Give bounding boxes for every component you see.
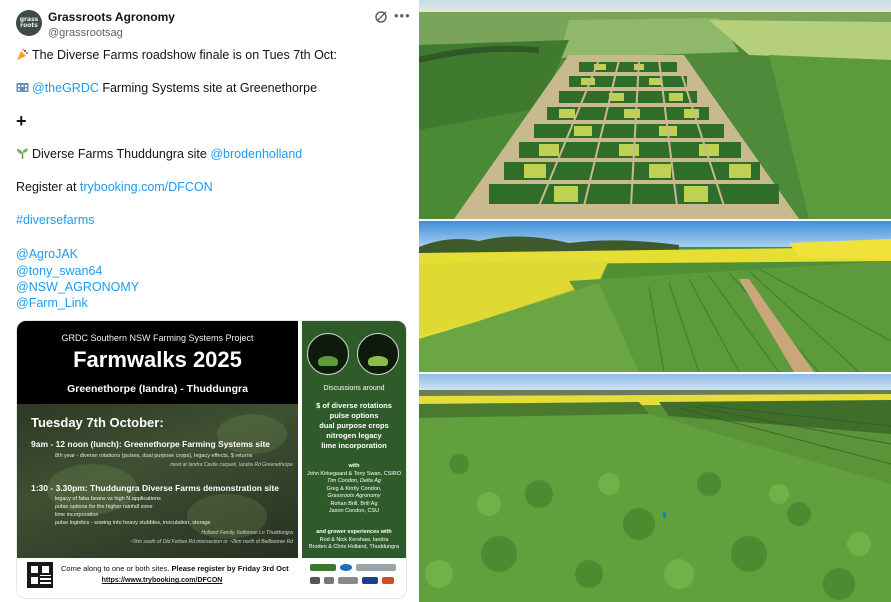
mention-link[interactable]: @tony_swan64 bbox=[16, 264, 102, 278]
tweet-text-line3: Diverse Farms Thuddungra site bbox=[32, 147, 211, 161]
tweet-text-line1: The Diverse Farms roadshow finale is on … bbox=[32, 48, 337, 62]
mention-link[interactable]: @NSW_AGRONOMY bbox=[16, 280, 139, 294]
event-flyer-image[interactable]: GRDC Southern NSW Farming Systems Projec… bbox=[16, 320, 407, 599]
office-building-icon bbox=[16, 83, 29, 92]
party-popper-icon bbox=[17, 48, 28, 60]
more-options-icon[interactable]: ••• bbox=[394, 8, 411, 23]
flyer-speaker: Greg & Kirrily Condon, bbox=[326, 485, 382, 492]
flyer-session2-meeting-point: Holland Family, Kelloman Ln Thuddungra bbox=[201, 530, 293, 536]
tweet-line-grdc: @theGRDC Farming Systems site at Greenet… bbox=[16, 81, 317, 95]
avatar-text: grass roots bbox=[19, 16, 39, 29]
flyer-topic: lime incorporation bbox=[321, 441, 387, 450]
qr-code-icon bbox=[27, 562, 53, 588]
flyer-session2-title: 1:30 - 3.30pm: Thuddungra Diverse Farms … bbox=[31, 483, 279, 493]
flyer-growers: and grower experiences with Rod & Nick K… bbox=[302, 529, 406, 552]
flyer-speaker: Tim Condon, Delta Ag bbox=[327, 478, 381, 484]
flyer-come-text: Come along to one or both sites. bbox=[61, 564, 172, 573]
flyer-topic: nitrogen legacy bbox=[326, 431, 382, 440]
flyer-speaker: Grassroots Agronomy bbox=[327, 493, 381, 499]
flyer-topic: pulse options bbox=[329, 411, 379, 420]
seedling-icon bbox=[17, 148, 28, 159]
flyer-session1-meeting-point: meet at Iandra Castle carpark, Iandra Rd… bbox=[170, 462, 293, 468]
flyer-register-note: Come along to one or both sites. Please … bbox=[61, 564, 289, 573]
pulse-crop-field-photo[interactable] bbox=[419, 374, 891, 602]
flyer-session1-detail: 8th year - diverse rotations (pulses, du… bbox=[55, 453, 253, 459]
flyer-speakers: with John Kirkegaard & Tony Swan, CSIRO … bbox=[302, 463, 406, 516]
flyer-url: https://www.trybooking.com/DFCON bbox=[101, 577, 223, 584]
aerial-trial-plots-photo[interactable] bbox=[419, 0, 891, 219]
tweet-line-thuddungra: Diverse Farms Thuddungra site @brodenhol… bbox=[16, 147, 302, 161]
flyer-session2-directions: ~7km south of Old Forbes Rd intersection… bbox=[129, 539, 293, 545]
flyer-grower-line: Broden & Chris Holland, Thuddungra bbox=[308, 544, 400, 550]
brodenholland-mention-link[interactable]: @brodenholland bbox=[210, 147, 302, 161]
flyer-speaker: John Kirkegaard & Tony Swan, CSIRO bbox=[306, 470, 402, 477]
register-text: Register at bbox=[16, 180, 80, 194]
flyer-discussions-label: Discussions around bbox=[323, 385, 385, 392]
flyer-session2-item: lime incorporation bbox=[55, 512, 99, 518]
author-handle[interactable]: @grassrootsag bbox=[48, 27, 175, 39]
grdc-mention-link[interactable]: @theGRDC bbox=[32, 81, 99, 95]
flyer-session2-item: pulse options for the higher rainfall zo… bbox=[55, 504, 153, 510]
grok-icon[interactable] bbox=[374, 10, 388, 24]
flyer-topic: $ of diverse rotations bbox=[316, 401, 392, 410]
flyer-speaker: Rohan Brill, Brill Ag bbox=[330, 500, 378, 507]
flyer-topics: $ of diverse rotations pulse options dua… bbox=[302, 401, 406, 451]
flyer-location: Greenethorpe (Iandra) - Thuddungra bbox=[67, 383, 248, 395]
flyer-speaker: Jason Condon, CSU bbox=[328, 508, 380, 514]
flyer-title: Farmwalks 2025 bbox=[73, 347, 242, 372]
flyer-grower-line: Rod & Nick Kershaw, Iandra bbox=[319, 536, 389, 543]
canola-field-photo[interactable] bbox=[419, 221, 891, 372]
plus-sign: + bbox=[16, 111, 27, 131]
tweet-line-register: Register at trybooking.com/DFCON bbox=[16, 180, 213, 194]
flyer-session2-item: legacy of faba beans vs high N applicati… bbox=[55, 496, 161, 502]
tweet-panel: grass roots Grassroots Agronomy @grassro… bbox=[0, 0, 418, 602]
diverse-farms-logo bbox=[357, 333, 399, 375]
flyer-register-deadline: Please register by Friday 3rd Oct bbox=[171, 564, 289, 573]
flyer-with-label: with bbox=[348, 463, 360, 469]
flyer-date: Tuesday 7th October: bbox=[31, 415, 164, 430]
flyer-grower-line: and grower experiences with bbox=[316, 529, 392, 535]
avatar[interactable]: grass roots bbox=[16, 10, 42, 36]
flyer-project-name: GRDC Southern NSW Farming Systems Projec… bbox=[61, 333, 254, 343]
author-name[interactable]: Grassroots Agronomy bbox=[48, 10, 175, 24]
trybooking-link[interactable]: trybooking.com/DFCON bbox=[80, 180, 213, 194]
flyer-session2-list: legacy of faba beans vs high N applicati… bbox=[55, 495, 211, 527]
mention-link[interactable]: @Farm_Link bbox=[16, 296, 88, 310]
flyer-session1-title: 9am - 12 noon (lunch): Greenethorpe Farm… bbox=[31, 439, 270, 449]
tweet-line-intro: The Diverse Farms roadshow finale is on … bbox=[16, 48, 337, 62]
mention-link[interactable]: @AgroJAK bbox=[16, 247, 78, 261]
flyer-session2-item: pulse logistics - sowing into heavy stub… bbox=[55, 520, 211, 526]
farming-systems-logo bbox=[307, 333, 349, 375]
tweet-text-line2: Farming Systems site at Greenethorpe bbox=[98, 81, 318, 95]
hashtag-link[interactable]: #diversefarms bbox=[16, 213, 95, 227]
flyer-topic: dual purpose crops bbox=[319, 421, 389, 430]
author-block[interactable]: Grassroots Agronomy @grassrootsag bbox=[48, 10, 175, 39]
